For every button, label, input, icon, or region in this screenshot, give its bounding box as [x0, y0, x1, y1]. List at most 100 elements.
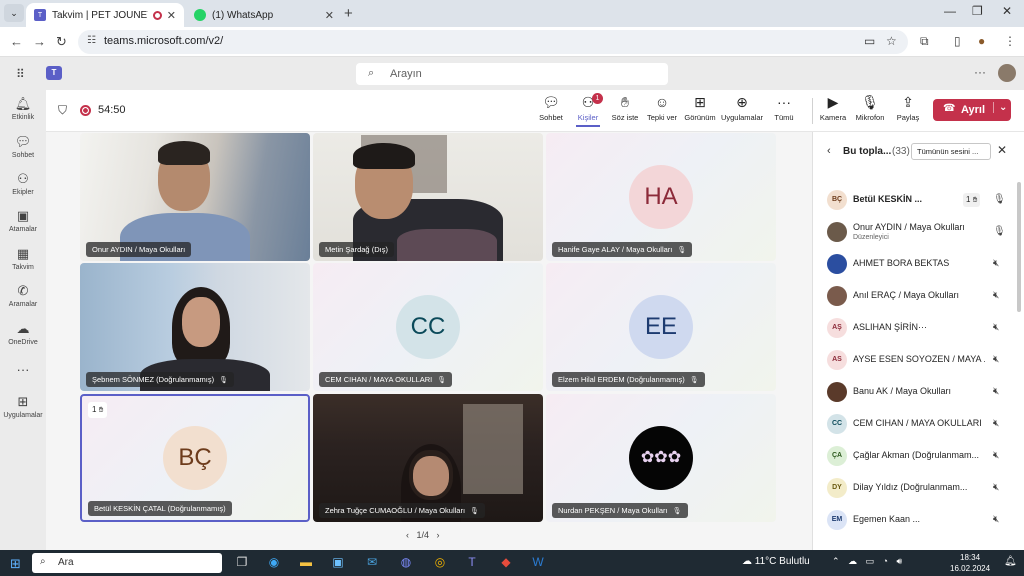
- chevron-left-icon[interactable]: ‹: [406, 530, 409, 540]
- store-icon[interactable]: ▣: [330, 555, 346, 569]
- side-panel-icon[interactable]: ▯: [954, 34, 961, 48]
- participant-name: Dilay Yıldız (Doğrulanmam...: [853, 482, 968, 492]
- close-window-icon[interactable]: ✕: [1002, 4, 1012, 18]
- list-item[interactable]: Anıl ERAÇ / Maya Okulları 🔇︎: [813, 282, 1024, 314]
- apps-button[interactable]: ⊕ Uygulamalar: [720, 94, 764, 122]
- close-icon[interactable]: ✕: [997, 143, 1007, 157]
- participant-tile[interactable]: ✿✿✿ Nurdan PEKŞEN / Maya Okulları 🎙︎: [546, 394, 776, 522]
- mic-off-icon: 🔇︎: [993, 514, 1000, 525]
- plus-icon: ⊕: [736, 94, 748, 110]
- camera-in-use-icon[interactable]: ▭: [864, 34, 875, 48]
- raised-hand-badge: 1 ✋︎: [963, 193, 981, 207]
- rail-item-more[interactable]: ···: [0, 362, 46, 378]
- rail-item-apps[interactable]: ⊞ Uygulamalar: [0, 394, 46, 419]
- browser-menu-icon[interactable]: ⋮: [1004, 34, 1016, 48]
- edge-icon[interactable]: ◉: [266, 555, 282, 569]
- mic-off-icon: 🎙︎: [437, 377, 447, 384]
- list-item[interactable]: EM Egemen Kaan ... 🔇︎: [813, 506, 1024, 538]
- list-item[interactable]: CC CEM CIHAN / MAYA OKULLARI 🔇︎: [813, 410, 1024, 442]
- new-tab-icon[interactable]: +: [344, 5, 353, 22]
- bookmark-star-icon[interactable]: ☆: [886, 34, 897, 48]
- mic-off-icon: 🔇︎: [993, 386, 1000, 397]
- chevron-left-icon[interactable]: ‹: [827, 145, 831, 157]
- app-launcher-icon[interactable]: ⠿: [16, 67, 25, 81]
- participant-tile[interactable]: Metin Şardağ (Dış): [313, 133, 543, 261]
- mic-off-icon: 🎙︎: [677, 247, 687, 254]
- shield-icon[interactable]: ⛉: [58, 103, 67, 118]
- participants-panel: ‹ Bu topla... (33) Tümünün sesini ... ✕ …: [812, 132, 1024, 550]
- notifications-icon[interactable]: 🔔︎: [1004, 556, 1017, 567]
- mute-all-button[interactable]: Tümünün sesini ...: [911, 143, 991, 160]
- minimize-icon[interactable]: —: [944, 4, 956, 18]
- control-label: Uygulamalar: [720, 113, 764, 122]
- participant-tile[interactable]: Zehra Tuğçe CUMAOĞLU / Maya Okulları 🎙︎: [313, 394, 543, 522]
- forward-icon[interactable]: →: [33, 34, 46, 49]
- task-view-icon[interactable]: ❐: [234, 555, 250, 569]
- weather-widget[interactable]: ☁ 11°C Bulutlu: [742, 556, 810, 567]
- browser-tab-teams[interactable]: T Takvim | PET JOUNEY PROJ ✕: [26, 3, 184, 27]
- participant-tile[interactable]: HA Hanife Gaye ALAY / Maya Okulları 🎙︎: [546, 133, 776, 261]
- back-icon[interactable]: ←: [10, 34, 23, 49]
- chevron-down-icon[interactable]: ⌄: [993, 102, 1007, 113]
- list-item[interactable]: Onur AYDIN / Maya Okulları Düzenleyici 🎙…: [813, 218, 1024, 250]
- windows-start-icon[interactable]: ⊞: [10, 556, 21, 572]
- rail-item-onedrive[interactable]: ☁ OneDrive: [0, 321, 46, 346]
- anydesk-icon[interactable]: ◆: [498, 555, 514, 569]
- list-item[interactable]: Banu AK / Maya Okulları 🔇︎: [813, 378, 1024, 410]
- rail-item-assignments[interactable]: ▣ Atamalar: [0, 208, 46, 233]
- list-item[interactable]: AHMET BORA BEKTAS 🔇︎: [813, 250, 1024, 282]
- avatar: CC: [827, 414, 847, 434]
- reload-icon[interactable]: ↻: [56, 34, 67, 50]
- participant-tile[interactable]: CC CEM CIHAN / MAYA OKULLARI 🎙︎: [313, 263, 543, 391]
- rail-item-calendar[interactable]: ▦ Takvim: [0, 246, 46, 271]
- participant-name: Nurdan PEKŞEN / Maya Okulları 🎙︎: [552, 503, 688, 518]
- leave-button[interactable]: ☎ Ayrıl ⌄: [933, 99, 1011, 121]
- mic-off-icon: 🔇︎: [993, 354, 1000, 365]
- participant-name: AHMET BORA BEKTAS: [853, 258, 950, 268]
- teams-taskbar-icon[interactable]: T: [464, 555, 480, 569]
- restore-icon[interactable]: ❐: [972, 4, 983, 18]
- app-rail: 🔔︎ Etkinlik 💬︎ Sohbet ⚇ Ekipler ▣ Atamal…: [0, 90, 46, 550]
- chrome-icon[interactable]: ◎: [432, 555, 448, 569]
- participant-tile[interactable]: EE Elzem Hilal ERDEM (Doğrulanmamış) 🎙︎: [546, 263, 776, 391]
- list-item[interactable]: AS AYSE ESEN SOYOZEN / MAYA ... 🔇︎: [813, 346, 1024, 378]
- list-item[interactable]: BÇ Betül KESKİN ... 1 ✋︎ 🎙︎: [813, 186, 1024, 218]
- share-button[interactable]: ⇪ Paylaş: [886, 94, 930, 122]
- chevron-right-icon[interactable]: ›: [437, 530, 440, 540]
- participant-tile[interactable]: 1 ✋︎ BÇ Betül KESKİN ÇATAL (Doğrulanmamı…: [80, 394, 310, 522]
- teams-search-input[interactable]: ⌕ Arayın: [356, 63, 668, 85]
- avatar: AS: [827, 350, 847, 370]
- participant-tile[interactable]: Şebnem SÖNMEZ (Doğrulanmamış) 🎙︎: [80, 263, 310, 391]
- word-icon[interactable]: W: [530, 555, 546, 569]
- list-item[interactable]: ÇA Çağlar Akman (Doğrulanmam... 🔇︎: [813, 442, 1024, 474]
- profile-avatar-icon[interactable]: ●: [978, 34, 985, 48]
- list-item[interactable]: AŞ ASLIHAN ŞİRİN··· 🔇︎: [813, 314, 1024, 346]
- file-explorer-icon[interactable]: ▬: [298, 555, 314, 569]
- tab-search-button[interactable]: ⌄: [4, 4, 24, 22]
- participant-tile[interactable]: Onur AYDIN / Maya Okulları: [80, 133, 310, 261]
- close-tab-icon[interactable]: ✕: [167, 9, 176, 22]
- address-bar[interactable]: ☷ teams.microsoft.com/v2/ ▭ ☆: [78, 30, 908, 54]
- site-info-icon[interactable]: ☷: [87, 35, 96, 46]
- list-item[interactable]: DY Dilay Yıldız (Doğrulanmam... 🔇︎: [813, 474, 1024, 506]
- close-tab-icon[interactable]: ✕: [325, 9, 334, 22]
- participant-avatar: BÇ: [163, 426, 227, 490]
- mail-icon[interactable]: ✉: [364, 555, 380, 569]
- backpack-icon: ▣: [16, 208, 30, 223]
- system-tray[interactable]: ⌃ ☁ ▭ ◔ 🔊︎: [832, 556, 905, 567]
- taskbar-search-input[interactable]: ⌕ Ara: [32, 553, 222, 573]
- extensions-icon[interactable]: ⧉: [920, 34, 929, 49]
- taskbar-clock[interactable]: 18:34 16.02.2024: [950, 552, 990, 574]
- settings-more-icon[interactable]: ···: [974, 65, 986, 79]
- user-avatar[interactable]: [998, 64, 1016, 82]
- browser-toolbar: ← → ↻ ☷ teams.microsoft.com/v2/ ▭ ☆ ⧉ ▯ …: [0, 27, 1024, 57]
- rail-item-activity[interactable]: 🔔︎ Etkinlik: [0, 96, 46, 121]
- discord-icon[interactable]: ◍: [398, 555, 414, 569]
- participant-name: Anıl ERAÇ / Maya Okulları: [853, 290, 960, 300]
- view-button[interactable]: ⊞ Görünüm: [678, 94, 722, 122]
- more-actions-button[interactable]: ··· Tümü: [762, 94, 806, 122]
- rail-item-teams[interactable]: ⚇ Ekipler: [0, 171, 46, 196]
- rail-item-chat[interactable]: 💬︎ Sohbet: [0, 134, 46, 159]
- rail-item-calls[interactable]: ✆ Aramalar: [0, 283, 46, 308]
- browser-tab-whatsapp[interactable]: (1) WhatsApp ✕: [186, 3, 342, 27]
